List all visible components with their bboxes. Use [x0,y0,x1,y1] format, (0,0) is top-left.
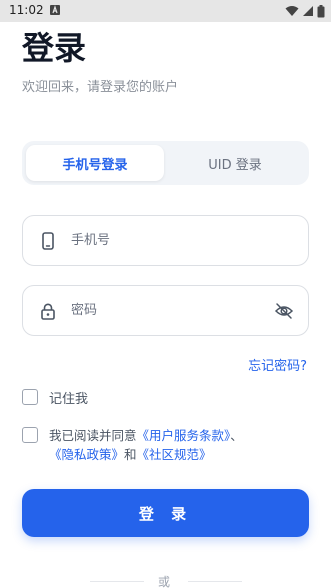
login-method-tabs: 手机号登录 UID 登录 [22,141,309,185]
terms-link[interactable]: 《用户服务条款》 [137,428,231,443]
password-input[interactable] [71,286,271,335]
phone-icon [39,231,57,251]
agreement-conjunction: 和 [124,447,137,462]
agreement-checkbox[interactable] [22,427,38,443]
status-bar: 11:02 [0,0,331,22]
remember-me-label[interactable]: 记住我 [49,388,88,407]
tab-phone-login[interactable]: 手机号登录 [26,145,164,181]
phone-field [22,215,309,266]
tab-uid-login[interactable]: UID 登录 [165,145,305,181]
community-link[interactable]: 《社区规范》 [137,447,212,462]
notification-icon [50,5,60,15]
forgot-password-link[interactable]: 忘记密码? [248,355,307,374]
wifi-icon [285,6,299,16]
password-field [22,285,309,336]
divider-line-left [90,581,144,582]
agreement-separator: 、 [230,428,243,443]
status-icons [285,4,325,18]
signal-icon [303,6,313,16]
privacy-link[interactable]: 《隐私政策》 [49,447,124,462]
page-subtitle: 欢迎回来，请登录您的账户 [22,80,179,95]
page-title: 登录 [22,29,87,67]
divider-text: 或 [158,575,171,588]
phone-input[interactable] [71,216,271,265]
eye-off-icon[interactable] [274,301,294,321]
agreement-prefix: 我已阅读并同意 [49,428,137,443]
divider-line-right [188,581,242,582]
login-button[interactable]: 登 录 [22,489,309,537]
lock-icon [39,301,57,321]
agreement-text: 我已阅读并同意《用户服务条款》、《隐私政策》和《社区规范》 [49,426,299,464]
status-time: 11:02 [9,3,44,17]
battery-icon [317,4,325,17]
remember-me-checkbox[interactable] [22,389,38,405]
